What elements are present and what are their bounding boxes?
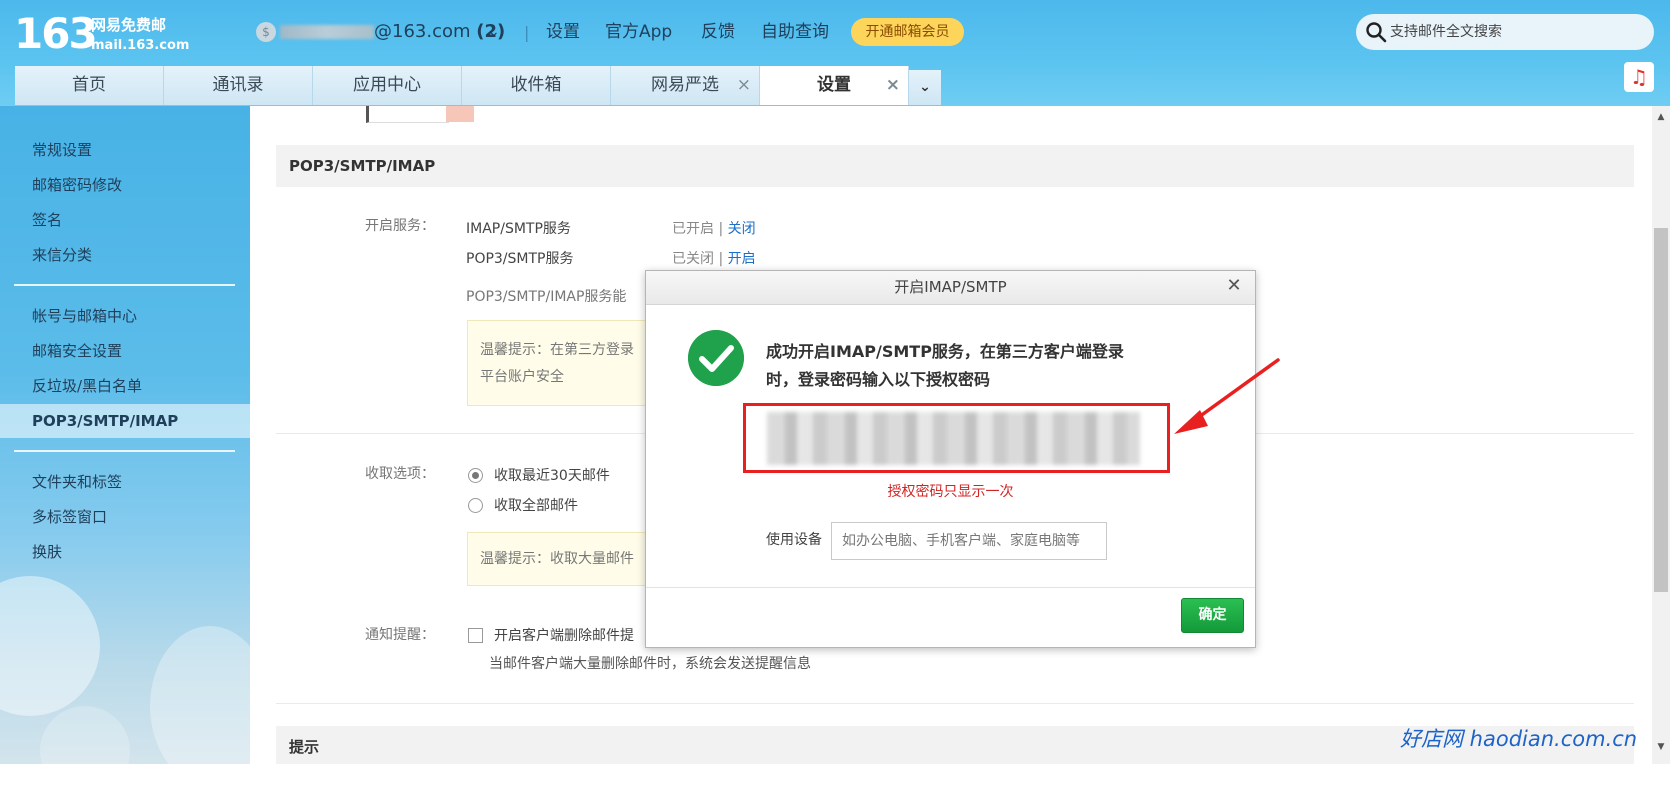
device-label: 使用设备 <box>766 532 822 548</box>
auth-code-note: 授权密码只显示一次 <box>887 484 1014 500</box>
account-coin-icon: $ <box>256 22 276 42</box>
section-divider <box>276 703 1634 704</box>
tab-label: 应用中心 <box>353 75 421 95</box>
tip-box <box>467 320 649 406</box>
tab-apps[interactable]: 应用中心 <box>313 66 462 105</box>
scroll-up-icon[interactable]: ▲ <box>1652 108 1670 126</box>
nav-link-self-service[interactable]: 自助查询 <box>761 20 829 44</box>
tip2-text: 温馨提示：收取大量邮件 <box>480 551 634 567</box>
sidebar-divider <box>14 284 235 286</box>
vip-button[interactable]: 开通邮箱会员 <box>851 18 964 46</box>
search-placeholder: 支持邮件全文搜索 <box>1390 24 1502 40</box>
tab-yanxuan[interactable]: 网易严选 × <box>611 66 760 105</box>
sidebar-item-password[interactable]: 邮箱密码修改 <box>32 174 122 196</box>
dialog-title: 开启IMAP/SMTP <box>894 278 1007 296</box>
pop-service-status: 已关闭 | 开启 <box>672 249 756 269</box>
sidebar-item-antispam[interactable]: 反垃圾/黑白名单 <box>32 375 142 397</box>
tab-label: 收件箱 <box>510 75 562 95</box>
search-icon[interactable] <box>1364 20 1388 44</box>
next-section-title: 提示 <box>289 738 320 756</box>
sidebar-item-general[interactable]: 常规设置 <box>32 139 92 161</box>
nav-link-app[interactable]: 官方App <box>605 20 672 44</box>
section-title: POP3/SMTP/IMAP <box>289 157 436 175</box>
sidebar-item-folders[interactable]: 文件夹和标签 <box>32 471 122 493</box>
account-name-redacted <box>280 25 374 39</box>
pop-open-link[interactable]: 开启 <box>728 251 756 267</box>
logo-domain: mail.163.com <box>91 38 190 53</box>
sidebar-item-pop3[interactable]: POP3/SMTP/IMAP <box>32 410 178 432</box>
sidebar-item-mail-filter[interactable]: 来信分类 <box>32 244 92 266</box>
tab-more-chevron-icon[interactable]: ⌄ <box>909 70 941 105</box>
device-input[interactable] <box>831 522 1107 560</box>
annotation-arrow-icon <box>1174 358 1280 434</box>
tab-label: 网易严选 <box>651 75 719 95</box>
tab-settings[interactable]: 设置 × <box>760 66 909 105</box>
tab-label: 首页 <box>72 75 106 95</box>
music-note-icon[interactable]: ♫ <box>1624 62 1654 92</box>
service-label: 开启服务： <box>365 218 435 234</box>
watermark: 好店网 haodian.com.cn <box>1400 727 1638 751</box>
sidebar-item-signature[interactable]: 签名 <box>32 209 62 231</box>
scrollbar-thumb[interactable] <box>1654 228 1668 592</box>
tab-contacts[interactable]: 通讯录 <box>164 66 313 105</box>
pop-status-text: 已关闭 <box>672 251 714 267</box>
separator: | <box>718 221 724 237</box>
notify-option-label[interactable]: 开启客户端删除邮件提 <box>494 626 634 646</box>
sidebar-decor <box>150 626 250 764</box>
preview-thumbnail <box>366 106 449 123</box>
tip-text-line2: 平台账户安全 <box>480 369 564 385</box>
receive-30days-radio[interactable] <box>468 468 483 483</box>
pop-service-name: POP3/SMTP服务 <box>466 251 574 267</box>
sidebar-divider <box>14 450 235 452</box>
notify-checkbox[interactable] <box>468 628 483 643</box>
preview-thumbnail <box>446 106 474 122</box>
tab-home[interactable]: 首页 <box>15 66 164 105</box>
sidebar-item-security[interactable]: 邮箱安全设置 <box>32 340 122 362</box>
logo-name: 网易免费邮 <box>91 16 167 34</box>
logo-163[interactable]: 163 <box>14 10 98 58</box>
separator: | <box>718 251 724 267</box>
tip-text-line1: 温馨提示：在第三方登录 <box>480 342 634 358</box>
nav-link-feedback[interactable]: 反馈 <box>701 20 735 44</box>
imap-close-link[interactable]: 关闭 <box>728 221 756 237</box>
sidebar-item-skin[interactable]: 换肤 <box>32 541 62 563</box>
imap-service-name: IMAP/SMTP服务 <box>466 221 571 237</box>
tab-inbox[interactable]: 收件箱 <box>462 66 611 105</box>
receive-30days-label[interactable]: 收取最近30天邮件 <box>494 466 610 486</box>
sidebar-decor <box>40 706 130 764</box>
notify-description: 当邮件客户端大量删除邮件时，系统会发送提醒信息 <box>489 656 811 672</box>
dialog-footer-divider <box>646 587 1255 588</box>
tab-label: 设置 <box>817 75 851 95</box>
close-icon[interactable]: × <box>886 66 900 105</box>
imap-service-status: 已开启 | 关闭 <box>672 219 756 239</box>
dialog-message: 成功开启IMAP/SMTP服务，在第三方客户端登录时，登录密码输入以下授权密码 <box>766 342 1124 389</box>
sidebar-decor <box>0 576 100 716</box>
imap-status-text: 已开启 <box>672 221 714 237</box>
scroll-down-icon[interactable]: ▼ <box>1652 738 1670 756</box>
service-description: POP3/SMTP/IMAP服务能 <box>466 289 627 305</box>
success-check-icon <box>688 330 744 386</box>
sidebar-item-account-center[interactable]: 帐号与邮箱中心 <box>32 305 137 327</box>
sidebar-item-multitab[interactable]: 多标签窗口 <box>32 506 107 528</box>
account-email[interactable]: @163.com (2) <box>374 20 505 44</box>
chevron-down-icon[interactable]: ⌄ <box>488 20 500 44</box>
close-icon[interactable]: ✕ <box>1224 276 1244 296</box>
section-header <box>276 145 1634 187</box>
notify-label: 通知提醒： <box>365 627 435 643</box>
receive-label: 收取选项： <box>365 466 435 482</box>
receive-all-label[interactable]: 收取全部邮件 <box>494 496 578 516</box>
header-divider: | <box>524 23 530 42</box>
auth-code-highlight <box>743 403 1170 473</box>
account-suffix: @163.com <box>374 21 471 42</box>
close-icon[interactable]: × <box>737 66 751 105</box>
nav-link-settings[interactable]: 设置 <box>546 20 580 44</box>
confirm-button[interactable]: 确定 <box>1181 598 1244 633</box>
receive-all-radio[interactable] <box>468 498 483 513</box>
tab-label: 通讯录 <box>212 75 264 95</box>
